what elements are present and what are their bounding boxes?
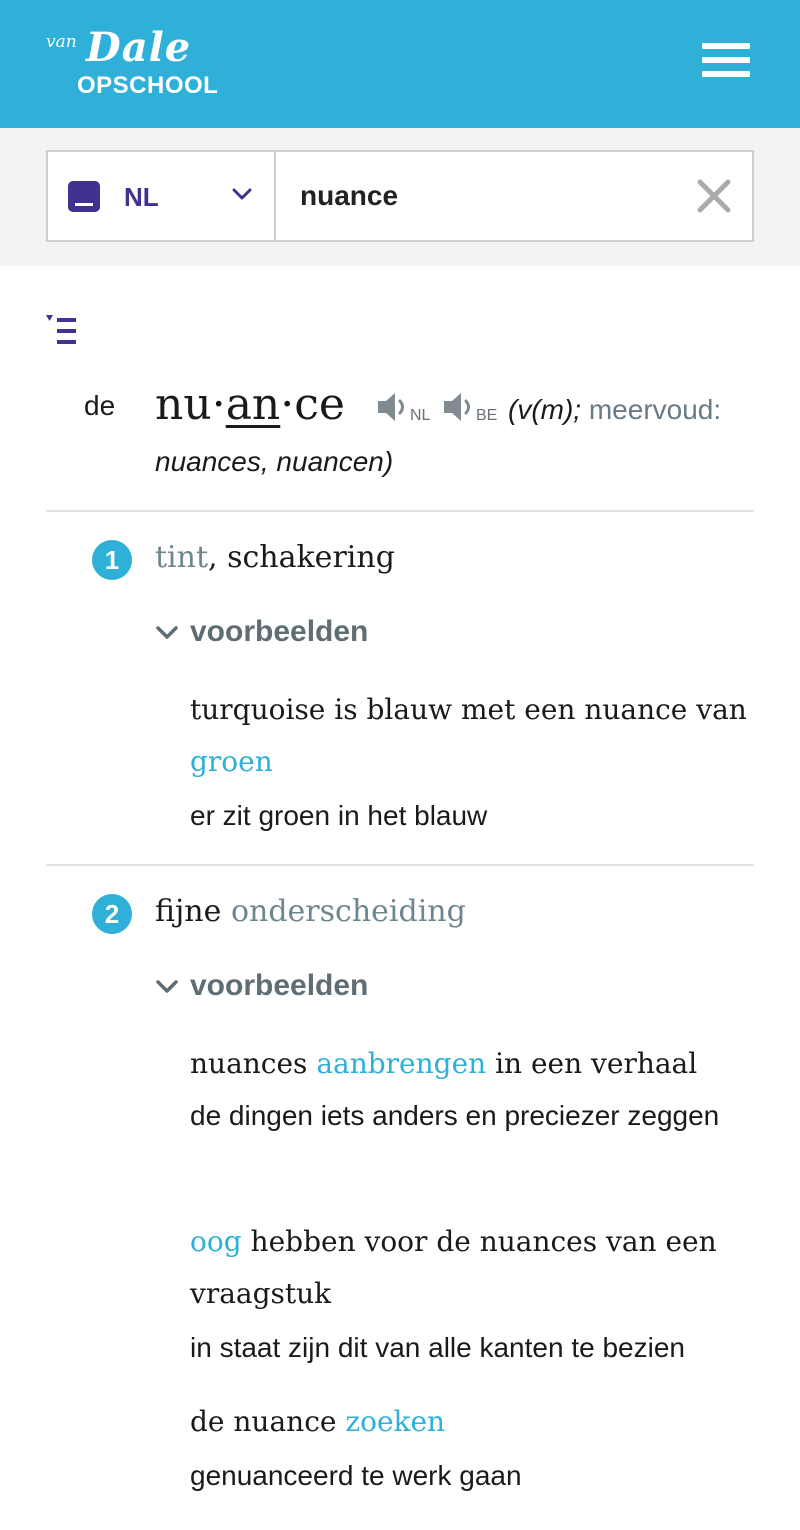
headword: nu·an·ce	[155, 378, 345, 432]
example-text: de nuance	[190, 1405, 346, 1438]
definition-link[interactable]: onderscheiding	[231, 894, 466, 929]
logo-van: van	[46, 32, 77, 52]
example-text: nuances	[190, 1047, 317, 1080]
example-link[interactable]: zoeken	[345, 1405, 445, 1438]
language-code: NL	[124, 182, 159, 212]
audio-nl-button[interactable]: NL	[376, 392, 430, 426]
stressed-syllable: an	[225, 379, 281, 430]
app-header: van Dale OPSCHOOL	[0, 0, 800, 128]
vandale-opschool-logo[interactable]: van Dale OPSCHOOL	[44, 24, 224, 101]
chevron-down-icon	[232, 188, 252, 200]
example-gloss: er zit groen in het blauw	[190, 800, 488, 831]
sense-number-1: 1	[92, 540, 132, 580]
example-link[interactable]: aanbrengen	[316, 1047, 486, 1080]
example-text: in een verhaal	[486, 1047, 698, 1080]
logo-dale: Dale	[86, 24, 192, 71]
syllable-dot-1: ·	[211, 379, 226, 430]
example-link[interactable]: groen	[190, 745, 273, 778]
examples-toggle-2[interactable]: voorbeelden	[155, 969, 385, 1003]
example-sentence: nuances aanbrengen in een verhaal	[190, 1038, 750, 1090]
language-selector[interactable]: NL	[48, 152, 276, 240]
examples-toggle-label: voorbeelden	[190, 615, 369, 648]
sense-1-definition: tint, schakering	[155, 540, 395, 575]
divider	[46, 864, 754, 866]
definition-link[interactable]: tint	[155, 540, 208, 575]
hamburger-menu-icon[interactable]	[702, 43, 750, 77]
speaker-icon	[444, 393, 470, 421]
examples-toggle-label: voorbeelden	[190, 969, 369, 1002]
example-sentence: oog hebben voor de nuances van een vraag…	[190, 1216, 750, 1320]
example-gloss: in staat zijn dit van alle kanten te bez…	[190, 1332, 685, 1363]
book-icon	[68, 181, 100, 212]
definition-text: , schakering	[208, 540, 395, 575]
chevron-down-icon	[156, 626, 178, 639]
example-gloss: de dingen iets anders en preciezer zegge…	[190, 1100, 720, 1131]
grammar-info: (v(m); meervoud:	[508, 394, 721, 426]
sense-2-definition: fijne onderscheiding	[155, 894, 466, 929]
plural-label: meervoud:	[588, 394, 722, 425]
speaker-icon	[378, 393, 404, 421]
divider	[46, 510, 754, 512]
audio-be-button[interactable]: BE	[442, 392, 497, 426]
example-text: turquoise is blauw met een nuance van	[190, 693, 747, 726]
audio-be-label: BE	[476, 407, 498, 424]
syllable-dot-2: ·	[280, 379, 295, 430]
table-of-contents-icon[interactable]	[46, 315, 78, 347]
definition-text: fijne	[155, 894, 231, 929]
examples-toggle-1[interactable]: voorbeelden	[155, 615, 385, 649]
sense-number-2: 2	[92, 894, 132, 934]
logo-opschool: OPSCHOOL	[77, 72, 219, 99]
syllable-3: ce	[294, 379, 345, 430]
example-gloss: genuanceerd te werk gaan	[190, 1460, 522, 1491]
search-box: NL nuance	[46, 150, 754, 242]
syllable-1: nu	[155, 379, 212, 430]
search-bar-area: NL nuance	[0, 128, 800, 266]
example-text: hebben voor de nuances van een vraagstuk	[190, 1225, 717, 1310]
example-sentence: turquoise is blauw met een nuance van gr…	[190, 684, 750, 788]
plural-forms: nuances, nuancen)	[155, 446, 394, 477]
entry-article: de	[84, 390, 116, 421]
gender: (v(m);	[508, 394, 582, 425]
example-sentence: de nuance zoeken	[190, 1396, 750, 1448]
chevron-down-icon	[156, 980, 178, 993]
example-link[interactable]: oog	[190, 1225, 242, 1258]
search-input[interactable]: nuance	[300, 180, 398, 212]
audio-nl-label: NL	[410, 407, 431, 424]
close-icon[interactable]	[696, 178, 732, 214]
